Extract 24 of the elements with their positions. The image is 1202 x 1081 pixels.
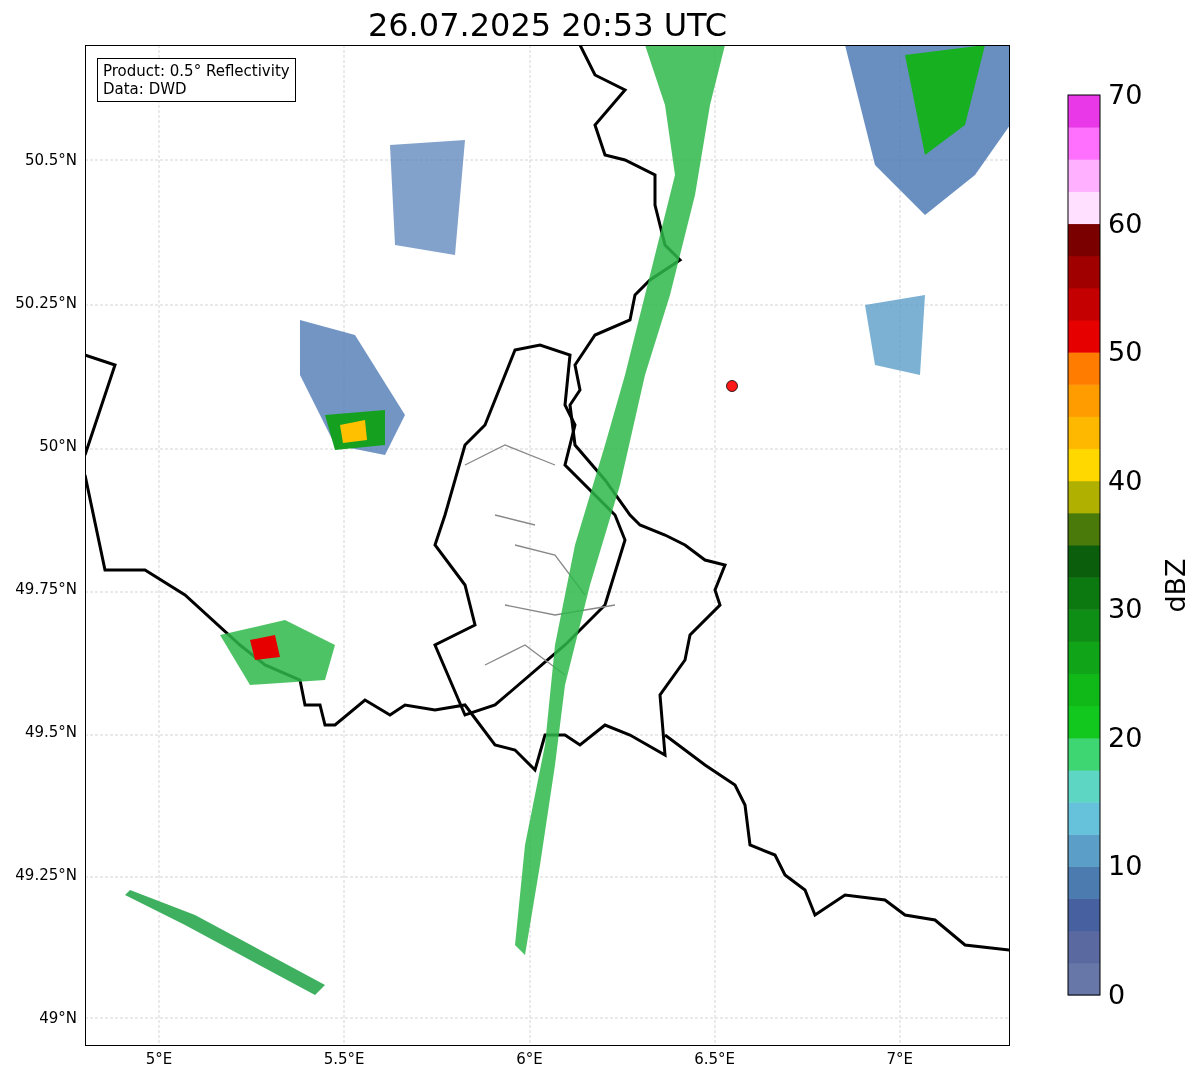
colorbar-label: dBZ: [1159, 558, 1191, 613]
latitude-label: 50.25°N: [15, 294, 77, 312]
colorbar-tick-label: 0: [1108, 980, 1126, 1010]
colorbar-tick-label: 70: [1108, 80, 1143, 110]
longitude-label: 5.5°E: [323, 1050, 365, 1068]
longitude-label: 6.5°E: [694, 1050, 735, 1068]
colorbar-tick-label: 30: [1108, 594, 1143, 625]
latitude-label: 49.75°N: [15, 580, 77, 598]
colorbar-tick-label: 10: [1108, 851, 1143, 882]
longitude-label: 7°E: [886, 1050, 914, 1068]
colorbar-tick-label: 50: [1108, 337, 1143, 368]
latitude-label: 49.5°N: [24, 723, 77, 741]
longitude-label: 5°E: [145, 1050, 173, 1068]
info-text: Data: DWD: [103, 80, 188, 98]
colorbar-tick-label: 60: [1108, 208, 1143, 239]
colorbar-tick-label: 40: [1108, 465, 1143, 496]
latitude-label: 50°N: [39, 437, 77, 455]
latitude-label: 50.5°N: [24, 151, 77, 169]
latitude-label: 49°N: [39, 1009, 77, 1027]
info-text: Product: 0.5° Reflectivity: [103, 62, 290, 80]
colorbar-tick-label: 20: [1108, 722, 1143, 753]
longitude-label: 6°E: [516, 1050, 543, 1068]
plot-title: 26.07.2025 20:53 UTC: [366, 5, 729, 45]
latitude-label: 49.25°N: [15, 866, 77, 884]
